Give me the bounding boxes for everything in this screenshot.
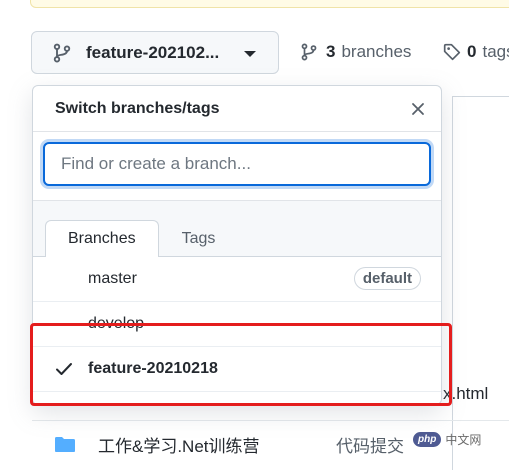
- x-icon: [412, 102, 424, 115]
- branches-link[interactable]: 3 branches: [300, 40, 411, 64]
- folder-icon: [55, 436, 75, 452]
- dropdown-header: Switch branches/tags: [33, 86, 441, 132]
- branches-label: branches: [341, 42, 412, 61]
- file-list-panel: [452, 96, 509, 470]
- branch-select-button[interactable]: feature-202102...: [31, 31, 279, 74]
- commit-message[interactable]: 代码提交: [336, 432, 404, 457]
- check-icon: [56, 363, 72, 375]
- tags-label: tags: [482, 42, 509, 61]
- watermark: php 中文网: [413, 428, 481, 450]
- default-badge: default: [353, 267, 421, 290]
- branch-select-label: feature-202102...: [86, 42, 220, 62]
- watermark-text: 中文网: [445, 432, 482, 447]
- folder-row[interactable]: 工作&学习.Net训练营 代码提交: [54, 430, 404, 458]
- branch-item-master[interactable]: master default: [33, 257, 441, 302]
- dropdown-title: Switch branches/tags: [55, 99, 220, 117]
- file-name[interactable]: x.html: [443, 384, 488, 404]
- branch-item-feature-20210218[interactable]: feature-20210218: [33, 347, 441, 392]
- top-banner: [30, 0, 509, 8]
- tags-count: 0: [467, 42, 477, 61]
- branch-switcher-dropdown: Switch branches/tags Branches Tags maste…: [32, 85, 442, 405]
- dropdown-filter: [33, 132, 441, 201]
- branch-item-develop[interactable]: develop: [33, 302, 441, 347]
- view-all-branches-link[interactable]: View all branches: [33, 392, 441, 405]
- dropdown-tabs: Branches Tags: [33, 201, 441, 257]
- row-divider: [32, 420, 509, 421]
- git-branch-icon: [53, 43, 71, 62]
- branches-count: 3: [326, 42, 336, 61]
- branch-name: feature-20210218: [88, 360, 218, 377]
- tag-icon: [443, 43, 461, 61]
- folder-name[interactable]: 工作&学习.Net训练营: [98, 432, 260, 457]
- git-branch-icon: [301, 43, 317, 61]
- watermark-logo: php: [413, 431, 442, 447]
- tab-tags[interactable]: Tags: [159, 220, 239, 257]
- tags-link[interactable]: 0 tags: [443, 40, 509, 64]
- branch-name: master: [88, 270, 137, 287]
- branch-name: develop: [88, 315, 145, 332]
- close-button[interactable]: [407, 98, 429, 120]
- branch-search-input[interactable]: [43, 142, 431, 186]
- chevron-down-icon: [244, 51, 256, 57]
- tab-branches[interactable]: Branches: [45, 220, 159, 257]
